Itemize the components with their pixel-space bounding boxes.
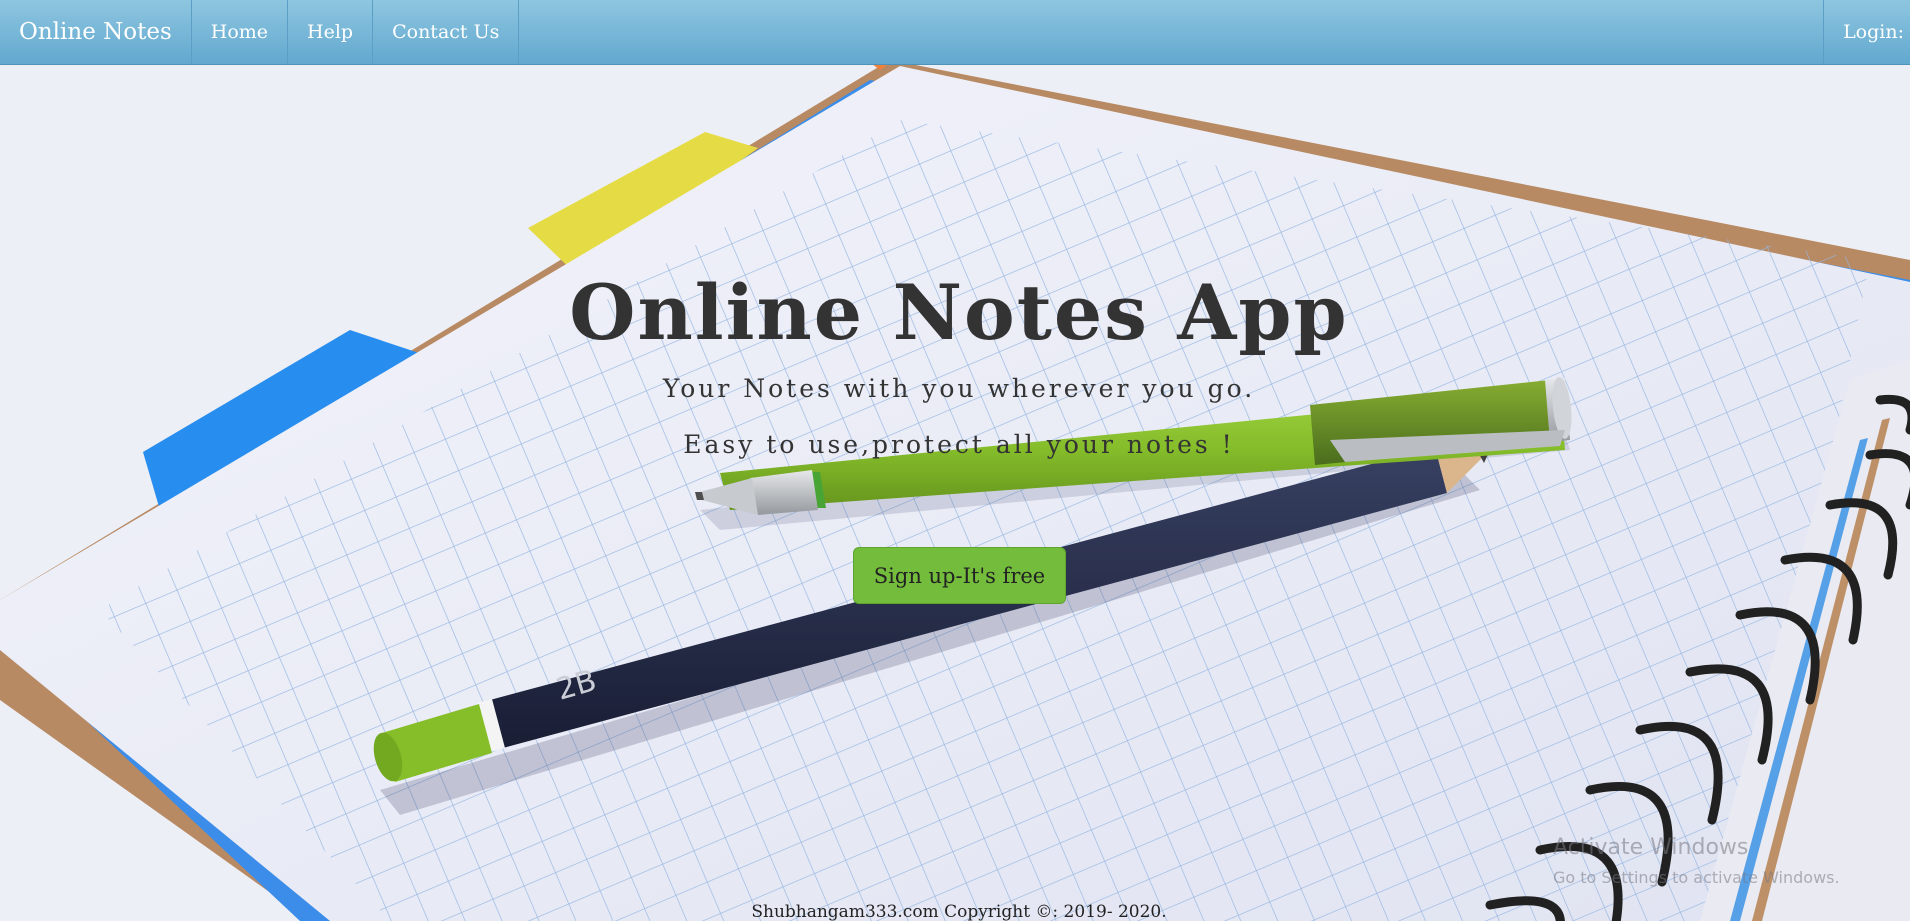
- nav-link-contact-us[interactable]: Contact Us: [373, 0, 520, 64]
- brand-link[interactable]: Online Notes: [0, 0, 192, 64]
- notebook-background-image: 2B: [0, 0, 1910, 921]
- login-link[interactable]: Login:: [1823, 0, 1910, 64]
- hero-subtitle: Your Notes with you wherever you go.: [662, 374, 1256, 403]
- navbar: Online Notes Home Help Contact Us Login:: [0, 0, 1910, 65]
- page: 2B Online Notes Home Help Contact Us Log…: [0, 0, 1910, 921]
- nav-link-help[interactable]: Help: [288, 0, 374, 64]
- hero-title: Online Notes App: [569, 268, 1349, 357]
- nav-link-home[interactable]: Home: [192, 0, 289, 64]
- activate-windows-subtitle: Go to Settings to activate Windows.: [1553, 868, 1840, 887]
- hero-tagline: Easy to use,protect all your notes !: [683, 430, 1235, 459]
- footer-copyright: Shubhangam333.com Copyright ©: 2019- 202…: [751, 902, 1167, 921]
- activate-windows-title: Activate Windows: [1553, 835, 1749, 860]
- signup-button[interactable]: Sign up-It's free: [853, 547, 1066, 604]
